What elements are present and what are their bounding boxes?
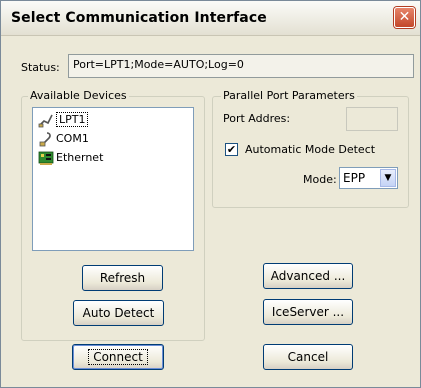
list-item-label: LPT1 (56, 112, 89, 127)
device-list[interactable]: LPT1 COM1 Ethernet (32, 107, 194, 251)
port-address-label: Port Addres: (223, 112, 291, 125)
cancel-button[interactable]: Cancel (263, 344, 353, 370)
mode-value: EPP (343, 171, 366, 185)
port-address-field[interactable] (346, 107, 398, 131)
parallel-port-label: Parallel Port Parameters (221, 89, 357, 102)
connect-label: Connect (88, 349, 148, 365)
network-card-icon (38, 150, 54, 166)
list-item-label: COM1 (56, 132, 89, 145)
checkmark-icon: ✔ (226, 143, 237, 156)
parallel-port-icon (38, 112, 54, 128)
auto-detect-button[interactable]: Auto Detect (73, 300, 164, 326)
mode-select[interactable]: EPP ▼ (339, 167, 398, 189)
mode-label: Mode: (303, 173, 337, 186)
close-icon: ✕ (398, 9, 411, 25)
window-title: Select Communication Interface (11, 10, 267, 26)
chevron-down-icon[interactable]: ▼ (380, 169, 396, 187)
status-label: Status: (21, 61, 60, 74)
status-field: Port=LPT1;Mode=AUTO;Log=0 (68, 54, 414, 78)
refresh-button[interactable]: Refresh (82, 265, 163, 291)
iceserver-button[interactable]: IceServer ... (263, 299, 353, 325)
dialog-window: Select Communication Interface ✕ Status:… (0, 0, 421, 388)
serial-port-icon (38, 131, 54, 147)
list-item-lpt1[interactable]: LPT1 (36, 111, 89, 129)
connect-button[interactable]: Connect (72, 344, 164, 370)
title-bar[interactable]: Select Communication Interface ✕ (1, 1, 420, 36)
automatic-mode-detect-label: Automatic Mode Detect (245, 143, 376, 156)
close-button[interactable]: ✕ (394, 7, 415, 28)
available-devices-label: Available Devices (28, 89, 129, 102)
advanced-button[interactable]: Advanced ... (263, 263, 353, 289)
list-item-ethernet[interactable]: Ethernet (36, 149, 103, 167)
list-item-label: Ethernet (56, 151, 104, 164)
automatic-mode-detect-checkbox[interactable]: ✔ (225, 143, 238, 156)
list-item-com1[interactable]: COM1 (36, 130, 89, 148)
